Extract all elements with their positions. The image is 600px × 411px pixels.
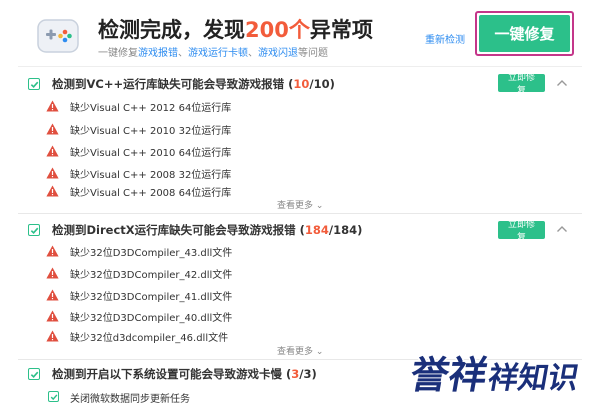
issue-item: 缺少32位D3DCompiler_40.dll文件 bbox=[46, 308, 446, 326]
subtitle-sep: 、 bbox=[248, 48, 258, 59]
section-checkbox[interactable] bbox=[28, 368, 40, 380]
see-more-label: 查看更多 bbox=[277, 347, 314, 357]
warning-icon bbox=[46, 145, 59, 157]
issue-item-text: 缺少32位D3DCompiler_40.dll文件 bbox=[70, 313, 233, 324]
section-title-prefix: 检测到DirectX运行库缺失可能会导致游戏报错 ( bbox=[52, 223, 305, 237]
svg-text:誉祥: 誉祥 bbox=[407, 353, 491, 398]
section-title: 检测到DirectX运行库缺失可能会导致游戏报错 (184/184) bbox=[52, 222, 362, 238]
warning-icon bbox=[46, 123, 59, 135]
issue-item-text: 缺少32位D3DCompiler_41.dll文件 bbox=[70, 292, 233, 303]
warning-icon bbox=[46, 267, 59, 279]
issue-item: 缺少32位D3DCompiler_41.dll文件 bbox=[46, 287, 446, 305]
issue-item-text: 缺少Visual C++ 2012 64位运行库 bbox=[70, 103, 232, 114]
issue-item: 缺少32位D3DCompiler_43.dll文件 bbox=[46, 243, 446, 261]
section-checkbox[interactable] bbox=[28, 224, 40, 236]
issue-item-text: 缺少Visual C++ 2008 64位运行库 bbox=[70, 188, 232, 199]
section-checkbox[interactable] bbox=[28, 78, 40, 90]
warning-icon bbox=[46, 330, 59, 342]
repair-tool-window: 检测完成，发现200个异常项 一键修复游戏报错、游戏运行卡顿、游戏闪退等问题 重… bbox=[0, 0, 600, 411]
scan-result-subtitle: 一键修复游戏报错、游戏运行卡顿、游戏闪退等问题 bbox=[98, 44, 328, 59]
section-title-prefix: 检测到VC++运行库缺失可能会导致游戏报错 ( bbox=[52, 77, 294, 91]
setting-checkbox[interactable] bbox=[48, 391, 59, 402]
issue-item-text: 缺少32位d3dcompiler_46.dll文件 bbox=[70, 333, 229, 344]
issue-item-text: 缺少32位D3DCompiler_43.dll文件 bbox=[70, 248, 233, 259]
issue-item: 缺少Visual C++ 2012 64位运行库 bbox=[46, 98, 446, 116]
chevron-up-icon[interactable] bbox=[556, 225, 568, 233]
svg-text:祥知识: 祥知识 bbox=[485, 361, 581, 396]
result-header: 检测完成，发现200个异常项 一键修复游戏报错、游戏运行卡顿、游戏闪退等问题 重… bbox=[0, 0, 600, 66]
section-title-suffix: /3) bbox=[299, 367, 317, 381]
issue-item: 缺少Visual C++ 2008 32位运行库 bbox=[46, 165, 446, 183]
subtitle-sep: 、 bbox=[178, 48, 188, 59]
chevron-down-icon: ⌄ bbox=[315, 201, 324, 211]
found-count: 184 bbox=[304, 223, 329, 237]
link-game-error[interactable]: 游戏报错 bbox=[138, 48, 178, 59]
checkmark-icon bbox=[30, 371, 38, 378]
section-title: 检测到VC++运行库缺失可能会导致游戏报错 (10/10) bbox=[52, 76, 335, 92]
fix-all-button[interactable]: 一键修复 bbox=[479, 15, 570, 52]
scan-result-title: 检测完成，发现200个异常项 bbox=[98, 14, 373, 44]
issue-item: 缺少32位d3dcompiler_46.dll文件 bbox=[46, 328, 446, 346]
found-count: 10 bbox=[293, 77, 310, 91]
rescan-link[interactable]: 重新检测 bbox=[425, 31, 465, 46]
header-divider bbox=[18, 66, 582, 67]
checkmark-icon bbox=[30, 227, 38, 234]
issue-item: 缺少Visual C++ 2008 64位运行库 bbox=[46, 183, 446, 201]
see-more-link[interactable]: 查看更多 ⌄ bbox=[277, 198, 323, 211]
gamepad-icon bbox=[37, 19, 79, 53]
section-divider bbox=[18, 213, 582, 214]
section-title-suffix: /10) bbox=[309, 77, 335, 91]
issue-item-text: 缺少32位D3DCompiler_42.dll文件 bbox=[70, 270, 233, 281]
subtitle-prefix: 一键修复 bbox=[98, 48, 138, 59]
section-title-prefix: 检测到开启以下系统设置可能会导致游戏卡慢 ( bbox=[52, 367, 292, 381]
warning-icon bbox=[46, 100, 59, 112]
section-title-suffix: /184) bbox=[328, 223, 363, 237]
section-directx-runtime: 检测到DirectX运行库缺失可能会导致游戏报错 (184/184) 立即修复 bbox=[0, 218, 600, 243]
link-game-crash[interactable]: 游戏闪退 bbox=[258, 48, 298, 59]
warning-icon bbox=[46, 289, 59, 301]
chevron-up-icon[interactable] bbox=[556, 79, 568, 87]
fix-now-button[interactable]: 立即修复 bbox=[498, 73, 545, 96]
issue-item: 缺少Visual C++ 2010 32位运行库 bbox=[46, 121, 446, 139]
checkmark-icon bbox=[50, 393, 57, 400]
warning-icon bbox=[46, 245, 59, 257]
section-vc-runtime: 检测到VC++运行库缺失可能会导致游戏报错 (10/10) 立即修复 bbox=[0, 71, 600, 96]
chevron-down-icon: ⌄ bbox=[315, 347, 324, 357]
title-suffix: 异常项 bbox=[309, 18, 373, 42]
fix-now-button[interactable]: 立即修复 bbox=[498, 220, 545, 243]
issue-item-text: 缺少Visual C++ 2008 32位运行库 bbox=[70, 170, 232, 181]
warning-icon bbox=[46, 185, 59, 197]
warning-icon bbox=[46, 310, 59, 322]
issue-item: 缺少32位D3DCompiler_42.dll文件 bbox=[46, 265, 446, 283]
checkmark-icon bbox=[30, 81, 38, 88]
watermark-logo: 誉祥 祥知识 bbox=[405, 352, 582, 398]
link-game-lag[interactable]: 游戏运行卡顿 bbox=[188, 48, 248, 59]
setting-item-text: 关闭微软数据同步更新任务 bbox=[70, 394, 190, 405]
issue-count: 200个 bbox=[245, 18, 310, 42]
subtitle-suffix: 等问题 bbox=[298, 48, 328, 59]
issue-item: 缺少Visual C++ 2010 64位运行库 bbox=[46, 143, 446, 161]
title-prefix: 检测完成，发现 bbox=[98, 18, 245, 42]
issue-item-text: 缺少Visual C++ 2010 64位运行库 bbox=[70, 148, 232, 159]
see-more-label: 查看更多 bbox=[277, 201, 314, 211]
see-more-link[interactable]: 查看更多 ⌄ bbox=[277, 344, 323, 357]
warning-icon bbox=[46, 167, 59, 179]
section-title: 检测到开启以下系统设置可能会导致游戏卡慢 (3/3) bbox=[52, 366, 317, 382]
issue-item-text: 缺少Visual C++ 2010 32位运行库 bbox=[70, 126, 232, 137]
